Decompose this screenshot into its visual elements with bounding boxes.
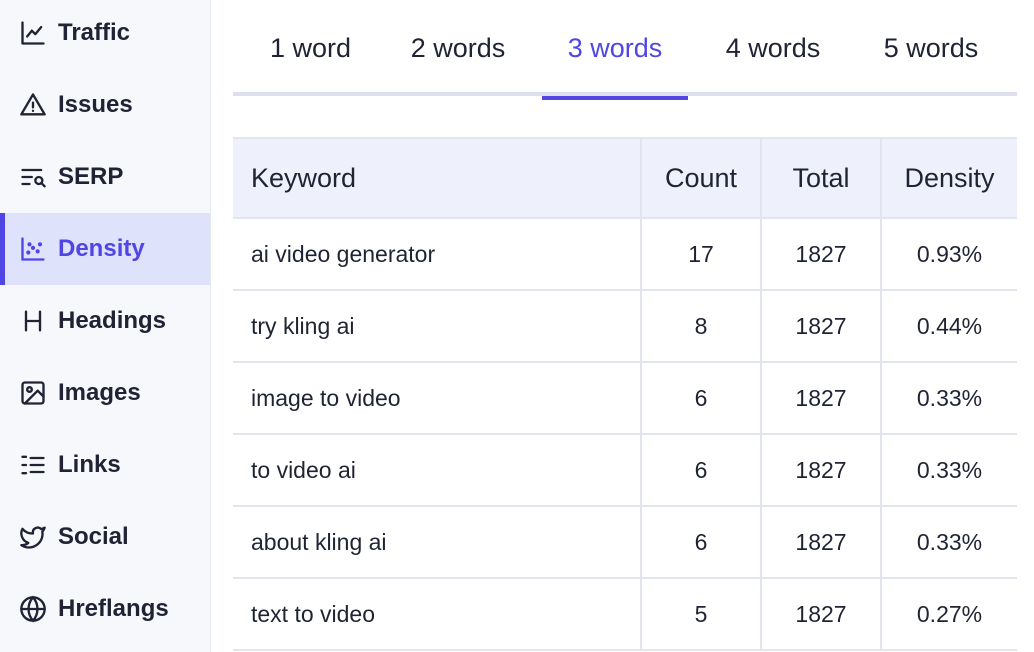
keyword-cell: try kling ai	[233, 291, 642, 361]
sidebar-item-hreflangs[interactable]: Hreflangs	[0, 573, 210, 645]
sidebar-item-label: Images	[58, 379, 141, 406]
table-row: text to video 5 1827 0.27%	[233, 579, 1017, 651]
density-cell: 0.33%	[916, 456, 983, 483]
keyword-cell: about kling ai	[233, 507, 642, 577]
sidebar-item-label: SERP	[58, 163, 124, 190]
scatter-chart-icon	[18, 234, 48, 264]
density-cell: 0.44%	[916, 312, 983, 339]
table-row: try kling ai 8 1827 0.44%	[233, 291, 1017, 363]
count-cell: 8	[642, 291, 762, 361]
table-row: image to video 6 1827 0.33%	[233, 363, 1017, 435]
sidebar-item-label: Social	[58, 523, 129, 550]
twitter-icon	[18, 522, 48, 552]
keyword-cell: image to video	[233, 363, 642, 433]
serp-search-icon	[18, 162, 48, 192]
count-cell: 6	[642, 507, 762, 577]
tab-1-word[interactable]: 1 word	[253, 0, 368, 96]
column-header-total[interactable]: Total	[762, 139, 882, 217]
keyword-cell: to video ai	[233, 435, 642, 505]
table-row: to video ai 6 1827 0.33%	[233, 435, 1017, 507]
count-cell: 17	[642, 219, 762, 289]
sidebar-item-issues[interactable]: Issues	[0, 69, 210, 141]
tab-4-words[interactable]: 4 words	[711, 0, 835, 96]
sidebar-item-links[interactable]: Links	[0, 429, 210, 501]
sidebar-item-density[interactable]: Density	[0, 213, 210, 285]
chart-line-icon	[18, 18, 48, 48]
globe-icon	[18, 594, 48, 624]
tab-5-words[interactable]: 5 words	[869, 0, 993, 96]
warning-icon	[18, 90, 48, 120]
table-row: about kling ai 6 1827 0.33%	[233, 507, 1017, 579]
sidebar-item-headings[interactable]: Headings	[0, 285, 210, 357]
sidebar-item-label: Headings	[58, 307, 167, 334]
column-header-keyword[interactable]: Keyword	[233, 139, 642, 217]
density-table: Keyword Count Total Density ai video gen…	[233, 137, 1017, 651]
keyword-cell: text to video	[233, 579, 642, 649]
sidebar: Traffic Issues SERP Density Headings Ima…	[0, 0, 211, 652]
sidebar-item-label: Links	[58, 451, 121, 478]
tab-3-words[interactable]: 3 words	[542, 0, 688, 100]
density-cell: 0.93%	[916, 240, 983, 267]
heading-icon	[18, 306, 48, 336]
tab-2-words[interactable]: 2 words	[396, 0, 520, 96]
image-icon	[18, 378, 48, 408]
density-cell: 0.33%	[916, 528, 983, 555]
sidebar-item-label: Traffic	[58, 19, 131, 46]
density-cell: 0.27%	[916, 600, 983, 627]
keyword-cell: ai video generator	[233, 219, 642, 289]
total-cell: 1827	[762, 291, 882, 361]
total-cell: 1827	[762, 435, 882, 505]
word-count-tabs: 1 word 2 words 3 words 4 words 5 words	[233, 0, 1017, 100]
column-header-count[interactable]: Count	[642, 139, 762, 217]
total-cell: 1827	[762, 507, 882, 577]
main-content: 1 word 2 words 3 words 4 words 5 words K…	[233, 0, 1017, 652]
table-header-row: Keyword Count Total Density	[233, 139, 1017, 219]
sidebar-item-label: Hreflangs	[58, 595, 169, 622]
total-cell: 1827	[762, 219, 882, 289]
count-cell: 6	[642, 363, 762, 433]
density-cell: 0.33%	[916, 384, 983, 411]
sidebar-item-traffic[interactable]: Traffic	[0, 0, 210, 69]
column-header-density[interactable]: Density	[882, 139, 1017, 217]
count-cell: 6	[642, 435, 762, 505]
count-cell: 5	[642, 579, 762, 649]
list-icon	[18, 450, 48, 480]
sidebar-item-label: Issues	[58, 91, 133, 118]
table-row: ai video generator 17 1827 0.93%	[233, 219, 1017, 291]
sidebar-item-images[interactable]: Images	[0, 357, 210, 429]
sidebar-item-serp[interactable]: SERP	[0, 141, 210, 213]
sidebar-item-label: Density	[58, 235, 145, 262]
total-cell: 1827	[762, 363, 882, 433]
sidebar-item-social[interactable]: Social	[0, 501, 210, 573]
total-cell: 1827	[762, 579, 882, 649]
